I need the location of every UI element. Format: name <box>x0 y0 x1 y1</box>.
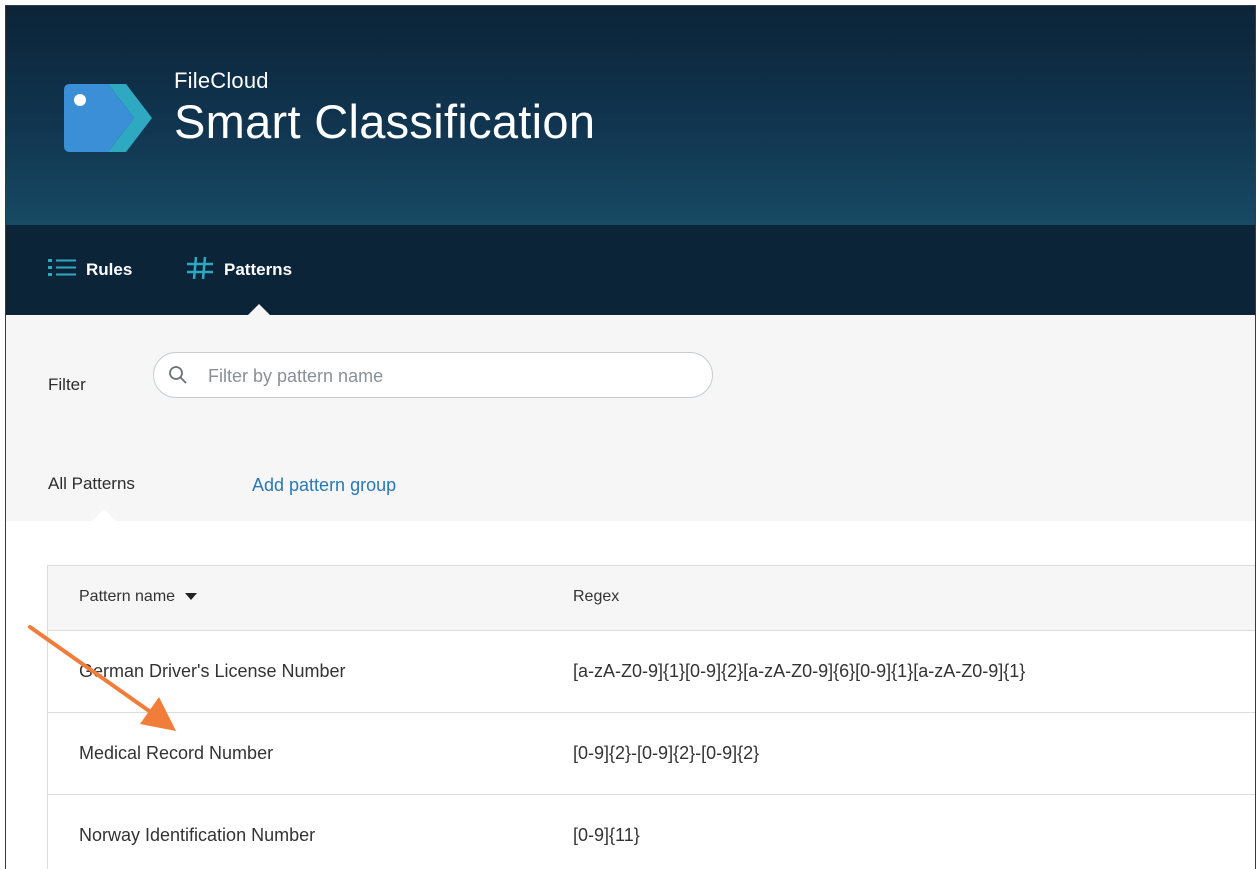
pattern-name-cell: German Driver's License Number <box>79 661 346 681</box>
tab-all-patterns[interactable]: All Patterns <box>48 474 135 494</box>
column-header-regex: Regex <box>573 588 620 605</box>
nav-tab-rules-label: Rules <box>86 260 133 279</box>
add-pattern-group-link[interactable]: Add pattern group <box>252 475 396 496</box>
hash-icon <box>186 256 214 285</box>
search-icon <box>169 366 187 384</box>
group-tab-caret <box>92 509 116 521</box>
nav-tab-patterns[interactable]: Patterns <box>186 225 292 315</box>
regex-cell: [0-9]{11} <box>573 825 640 845</box>
nav-tab-rules[interactable]: Rules <box>48 225 132 315</box>
brand-company: FileCloud <box>174 68 269 93</box>
table-row[interactable]: German Driver's License Number [a-zA-Z0-… <box>48 631 1255 713</box>
sort-down-icon[interactable] <box>185 593 198 601</box>
search-box[interactable] <box>153 352 713 398</box>
nav-tab-patterns-label: Patterns <box>224 260 293 279</box>
app-header: FileCloud Smart Classification <box>6 6 1255 225</box>
page-title: Smart Classification <box>174 95 596 148</box>
app-window: FileCloud Smart Classification Rules Pat… <box>5 5 1256 869</box>
list-icon <box>48 257 76 284</box>
regex-cell: [0-9]{2}-[0-9]{2}-[0-9]{2} <box>573 743 760 763</box>
tag-arrow-logo-icon <box>64 84 152 152</box>
filter-panel: Filter All Patterns Add pattern group <box>6 315 1255 521</box>
table-row[interactable]: Norway Identification Number [0-9]{11} <box>48 795 1255 869</box>
table-row[interactable]: Medical Record Number [0-9]{2}-[0-9]{2}-… <box>48 713 1255 795</box>
table-header: Pattern name Regex <box>48 566 1255 631</box>
pattern-name-cell: Medical Record Number <box>79 743 274 763</box>
top-nav: Rules Patterns <box>6 225 1255 315</box>
column-header-pattern-name[interactable]: Pattern name <box>79 588 198 606</box>
patterns-table: Pattern name Regex German Driver's Licen… <box>47 565 1255 869</box>
regex-cell: [a-zA-Z0-9]{1}[0-9]{2}[a-zA-Z0-9]{6}[0-9… <box>573 661 1026 681</box>
search-input[interactable] <box>206 361 700 391</box>
pattern-name-cell: Norway Identification Number <box>79 825 316 845</box>
filter-label: Filter <box>48 375 86 394</box>
